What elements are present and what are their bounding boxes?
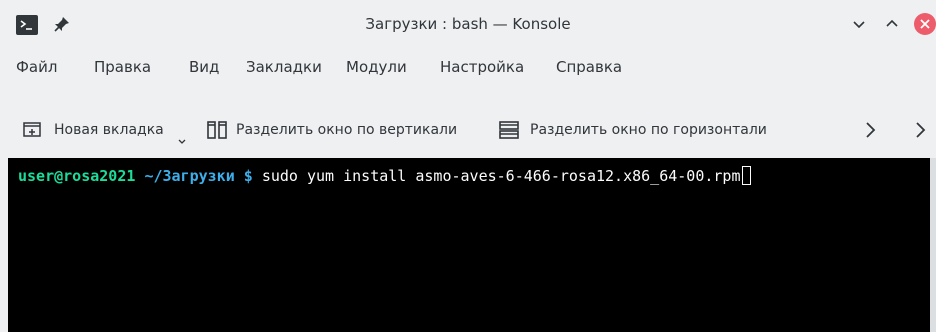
terminal-line: user@rosa2021 ~/Загрузки $ sudo yum inst… xyxy=(18,166,752,186)
chevron-down-icon xyxy=(853,21,865,29)
split-horizontal-label: Разделить окно по горизонтали xyxy=(530,122,767,138)
split-horizontal-icon xyxy=(499,121,519,139)
minimize-button[interactable] xyxy=(849,14,869,34)
menu-help[interactable]: Справка xyxy=(556,48,622,86)
konsole-window: Загрузки : bash — Konsole Файл Правка Ви… xyxy=(0,0,936,332)
terminal-command: sudo yum install asmo-aves-6-466-rosa12.… xyxy=(261,167,741,185)
terminal-scrollbar[interactable] xyxy=(930,158,936,332)
menu-view[interactable]: Вид xyxy=(189,48,219,86)
title-bar[interactable]: Загрузки : bash — Konsole xyxy=(0,0,936,48)
maximize-button[interactable] xyxy=(882,14,902,34)
toolbar-scroll-chevron-icon[interactable] xyxy=(914,110,928,162)
menu-file[interactable]: Файл xyxy=(16,48,57,86)
toolbar: Новая вкладка Разделить окно по вертикал… xyxy=(0,108,936,152)
prompt-symbol: $ xyxy=(243,167,253,185)
new-tab-icon xyxy=(23,122,41,137)
menu-settings[interactable]: Настройка xyxy=(440,48,524,86)
terminal-area[interactable]: user@rosa2021 ~/Загрузки $ sudo yum inst… xyxy=(8,158,930,332)
split-vertical-label: Разделить окно по вертикали xyxy=(236,122,458,138)
new-tab-button[interactable]: Новая вкладка xyxy=(22,108,186,152)
terminal-cursor xyxy=(742,166,752,185)
toolbar-overflow-chevron-icon[interactable] xyxy=(864,110,878,162)
menu-bar: Файл Правка Вид Закладки Модули Настройк… xyxy=(0,48,936,86)
split-vertical-icon xyxy=(207,121,227,139)
new-tab-label: Новая вкладка xyxy=(54,122,164,138)
chevron-up-icon xyxy=(886,19,898,27)
close-icon xyxy=(920,19,930,29)
chevron-down-icon xyxy=(178,139,186,144)
window-title: Загрузки : bash — Konsole xyxy=(365,15,571,33)
menu-plugins[interactable]: Модули xyxy=(346,48,407,86)
prompt-user: user@rosa2021 xyxy=(18,167,136,185)
menu-bookmarks[interactable]: Закладки xyxy=(246,48,322,86)
split-horizontal-button[interactable]: Разделить окно по горизонтали xyxy=(498,108,798,152)
menu-edit[interactable]: Правка xyxy=(94,48,151,86)
prompt-path: ~/Загрузки xyxy=(144,167,235,185)
split-vertical-button[interactable]: Разделить окно по вертикали xyxy=(206,108,476,152)
close-button[interactable] xyxy=(914,13,936,35)
